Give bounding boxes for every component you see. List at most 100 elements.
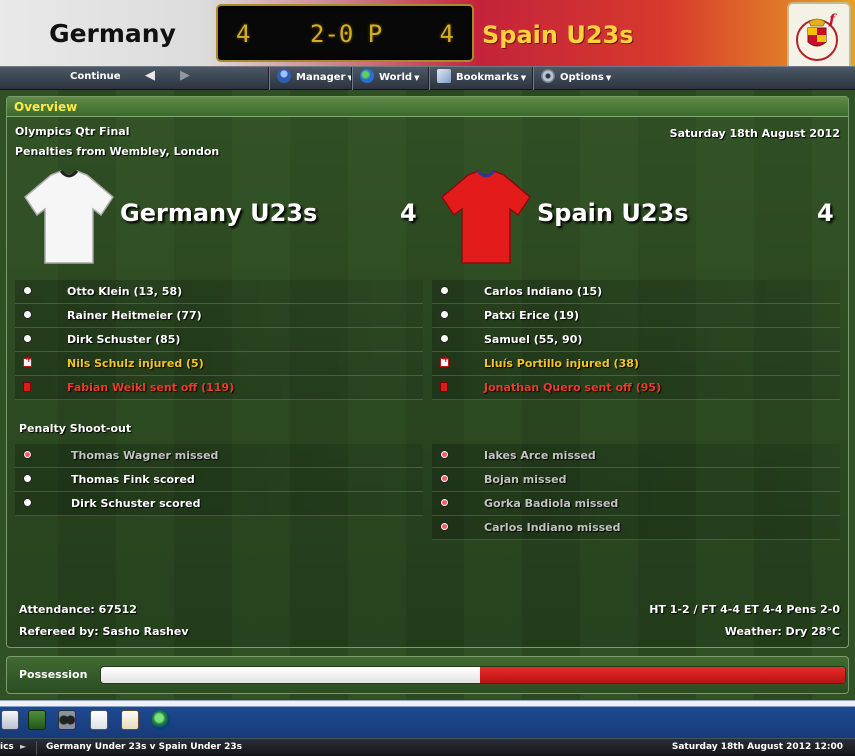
world-menu-label: World bbox=[379, 72, 413, 83]
event-text[interactable]: Carlos Indiano (15) bbox=[484, 285, 602, 298]
event-text[interactable]: Otto Klein (13, 58) bbox=[67, 285, 182, 298]
goal-ball-icon bbox=[23, 286, 32, 295]
options-menu-label: Options bbox=[560, 72, 604, 83]
penalty-text[interactable]: Iakes Arce missed bbox=[484, 449, 596, 462]
scout-binoculars-icon[interactable] bbox=[58, 710, 76, 730]
bookmarks-menu-label: Bookmarks bbox=[456, 72, 519, 83]
list-item: Rainer Heitmeier (77) bbox=[15, 304, 423, 328]
bottom-taskbar bbox=[0, 700, 855, 738]
world-globe-icon[interactable] bbox=[152, 710, 170, 730]
event-text[interactable]: Dirk Schuster (85) bbox=[67, 333, 180, 346]
report-icon[interactable] bbox=[90, 710, 108, 730]
globe-icon bbox=[360, 69, 374, 83]
list-item: Lluís Portillo injured (38) bbox=[432, 352, 840, 376]
penalty-text[interactable]: Bojan missed bbox=[484, 473, 566, 486]
continue-button[interactable]: Continue bbox=[70, 71, 121, 82]
chevron-down-icon: ▼ bbox=[605, 74, 612, 82]
weather-label: Weather: Dry 28°C bbox=[724, 625, 840, 638]
match-overview-screen: Overview Olympics Qtr Final Penalties fr… bbox=[0, 90, 855, 700]
red-card-icon bbox=[23, 382, 31, 392]
home-possession-fill bbox=[101, 667, 481, 683]
penalty-scored-icon bbox=[23, 498, 32, 507]
event-text[interactable]: Patxi Erice (19) bbox=[484, 309, 579, 322]
status-match-title[interactable]: Germany Under 23s v Spain Under 23s bbox=[46, 742, 242, 752]
possession-bar: Possession bbox=[6, 656, 849, 694]
bookmarks-menu[interactable]: Bookmarks ▼ bbox=[428, 67, 532, 90]
clipboard-icon[interactable] bbox=[121, 710, 139, 730]
svg-text:f: f bbox=[828, 12, 838, 28]
event-text[interactable]: Rainer Heitmeier (77) bbox=[67, 309, 202, 322]
manager-menu[interactable]: Manager ▼ bbox=[268, 67, 353, 90]
back-arrow-icon[interactable]: ◀ bbox=[145, 68, 155, 83]
away-events-list: Carlos Indiano (15) Patxi Erice (19) Sam… bbox=[432, 280, 840, 400]
competition-label[interactable]: Olympics Qtr Final bbox=[15, 125, 129, 138]
event-text[interactable]: Samuel (55, 90) bbox=[484, 333, 582, 346]
goal-ball-icon bbox=[23, 334, 32, 343]
overview-title: Overview bbox=[14, 100, 78, 114]
venue-label: Penalties from Wembley, London bbox=[15, 145, 220, 158]
attendance-label: Attendance: 67512 bbox=[19, 603, 137, 616]
manager-person-icon bbox=[277, 69, 291, 83]
list-item: Nils Schulz injured (5) bbox=[15, 352, 423, 376]
penalty-text[interactable]: Carlos Indiano missed bbox=[484, 521, 621, 534]
spain-federation-crest-icon[interactable]: f bbox=[787, 2, 851, 66]
match-header: Germany U23s 4 2-0 P 4 Spain U23s f bbox=[0, 0, 855, 66]
bookmark-icon bbox=[437, 69, 451, 83]
list-item: Bojan missed bbox=[432, 468, 840, 492]
goal-ball-icon bbox=[440, 310, 449, 319]
options-menu[interactable]: Options ▼ bbox=[532, 67, 616, 90]
world-menu[interactable]: World ▼ bbox=[351, 67, 427, 90]
away-possession-fill bbox=[480, 667, 845, 683]
penalty-missed-icon bbox=[440, 450, 449, 459]
match-date: Saturday 18th August 2012 bbox=[669, 127, 840, 140]
list-item: Otto Klein (13, 58) bbox=[15, 280, 423, 304]
list-item: Fabian Weikl sent off (119) bbox=[15, 376, 423, 400]
penalty-text[interactable]: Thomas Fink scored bbox=[71, 473, 195, 486]
event-text[interactable]: Fabian Weikl sent off (119) bbox=[67, 381, 234, 394]
scoreboard: 4 2-0 P 4 bbox=[216, 4, 474, 62]
penalty-text[interactable]: Thomas Wagner missed bbox=[71, 449, 218, 462]
red-card-icon bbox=[440, 382, 448, 392]
list-item: Samuel (55, 90) bbox=[432, 328, 840, 352]
injury-icon bbox=[440, 355, 450, 367]
away-team-score: 4 bbox=[817, 199, 834, 227]
penalty-text[interactable]: Gorka Badiola missed bbox=[484, 497, 618, 510]
possession-track bbox=[100, 666, 846, 684]
list-item: Thomas Fink scored bbox=[15, 468, 423, 492]
list-item: Gorka Badiola missed bbox=[432, 492, 840, 516]
scoreboard-center-display: 2-0 P bbox=[310, 20, 383, 48]
home-score-display: 4 bbox=[236, 20, 251, 48]
penalty-shootout-label: Penalty Shoot-out bbox=[19, 422, 132, 435]
penalty-missed-icon bbox=[440, 498, 449, 507]
away-shirt-icon bbox=[441, 170, 531, 264]
penalty-missed-icon bbox=[440, 474, 449, 483]
notes-icon[interactable] bbox=[1, 710, 19, 730]
event-text[interactable]: Jonathan Quero sent off (95) bbox=[484, 381, 661, 394]
away-team-title[interactable]: Spain U23s bbox=[537, 199, 689, 227]
status-separator bbox=[36, 741, 37, 755]
status-left-text[interactable]: ics bbox=[0, 742, 14, 752]
play-arrow-icon[interactable]: ► bbox=[20, 742, 26, 751]
list-item: Dirk Schuster scored bbox=[15, 492, 423, 516]
event-text[interactable]: Lluís Portillo injured (38) bbox=[484, 357, 639, 370]
home-team-title[interactable]: Germany U23s bbox=[120, 199, 317, 227]
list-item: Iakes Arce missed bbox=[432, 444, 840, 468]
injury-icon bbox=[23, 355, 33, 367]
list-item: Jonathan Quero sent off (95) bbox=[432, 376, 840, 400]
goal-ball-icon bbox=[23, 310, 32, 319]
list-item: Thomas Wagner missed bbox=[15, 444, 423, 468]
home-team-name[interactable]: Germany U23s bbox=[10, 0, 215, 66]
status-bar: ics ► Germany Under 23s v Spain Under 23… bbox=[0, 738, 855, 756]
main-toolbar: Continue ◀ ▶ Manager ▼ World ▼ Bookmarks ▼ … bbox=[0, 66, 855, 90]
list-item: Patxi Erice (19) bbox=[432, 304, 840, 328]
away-penalties-list: Iakes Arce missed Bojan missed Gorka Bad… bbox=[432, 444, 840, 540]
penalty-missed-icon bbox=[440, 522, 449, 531]
forward-arrow-icon[interactable]: ▶ bbox=[180, 68, 190, 83]
penalty-text[interactable]: Dirk Schuster scored bbox=[71, 497, 200, 510]
penalty-scored-icon bbox=[23, 474, 32, 483]
tactics-icon[interactable] bbox=[28, 710, 46, 730]
away-team-name[interactable]: Spain U23s bbox=[482, 0, 634, 66]
event-text[interactable]: Nils Schulz injured (5) bbox=[67, 357, 204, 370]
referee-label[interactable]: Refereed by: Sasho Rashev bbox=[19, 625, 189, 638]
manager-menu-label: Manager bbox=[296, 72, 346, 83]
